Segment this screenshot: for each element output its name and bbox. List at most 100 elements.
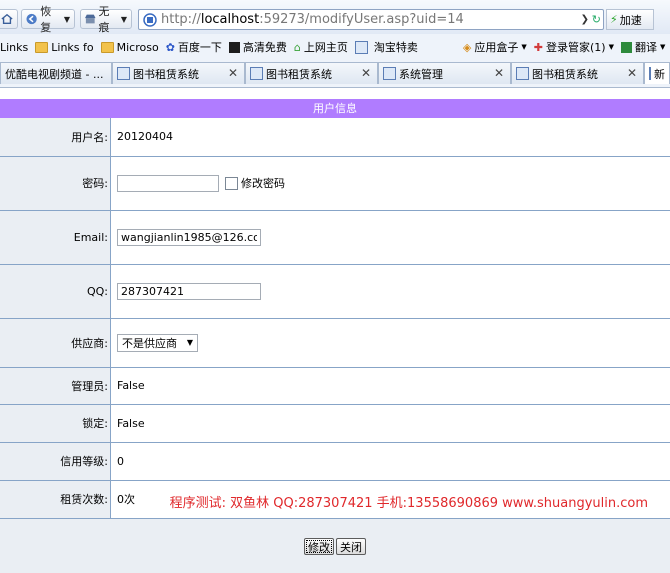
favorites-bar: Links Links fo Microso ✿百度一下 高清免费 ⌂上网主页 … <box>0 36 670 58</box>
email-input[interactable] <box>117 229 261 246</box>
tab-label: 新 <box>654 66 665 82</box>
qq-input[interactable] <box>117 283 261 300</box>
nav-toolbar: 恢复 ▼ 无痕 ▼ http://localhost:59273/modifyU… <box>0 0 670 34</box>
back-button[interactable]: 恢复 ▼ <box>21 9 75 29</box>
password-cell: 修改密码 <box>111 156 670 210</box>
supplier-cell: 不是供应商▼ <box>111 318 670 367</box>
favorite-label: 百度一下 <box>178 39 222 55</box>
page-icon <box>143 13 157 27</box>
refresh-icon[interactable]: ↻ <box>592 13 601 26</box>
favorite-item[interactable]: 翻译▼ <box>621 39 665 55</box>
folder-icon <box>35 42 48 53</box>
back-button-label: 恢复 <box>40 3 61 35</box>
email-label: Email: <box>0 210 111 264</box>
button-row: 修改关闭 <box>0 519 670 573</box>
favorite-label: 登录管家(1) <box>546 39 606 55</box>
close-icon[interactable]: ✕ <box>494 66 504 80</box>
tab-label: 优酷电视剧频道 - ... <box>5 66 103 82</box>
close-icon[interactable]: ✕ <box>627 66 637 80</box>
tab-book-rental-3[interactable]: 图书租赁系统 ✕ <box>511 62 644 84</box>
favorite-item[interactable]: Links fo <box>35 41 93 54</box>
favorite-item[interactable]: ✚登录管家(1)▼ <box>534 39 614 55</box>
email-cell <box>111 210 670 264</box>
address-bar[interactable]: http://localhost:59273/modifyUser.asp?ui… <box>138 9 604 30</box>
row-credit: 信用等级: 0 <box>0 442 670 480</box>
supplier-label: 供应商: <box>0 318 111 367</box>
chevron-down-icon: ▼ <box>609 43 614 51</box>
chevron-down-icon: ▼ <box>521 43 526 51</box>
url-prefix: http:// <box>161 12 201 27</box>
favorite-item[interactable]: ◈应用盒子▼ <box>463 39 527 55</box>
favorite-label: Links <box>0 41 28 54</box>
favorite-item[interactable]: Links <box>0 41 28 54</box>
supplier-select[interactable]: 不是供应商▼ <box>117 334 198 352</box>
chevron-down-icon: ▼ <box>660 43 665 51</box>
rentals-label: 租赁次数: <box>0 480 111 518</box>
privacy-button-label: 无痕 <box>99 3 118 35</box>
close-icon[interactable]: ✕ <box>361 66 371 80</box>
tab-new[interactable]: 新 <box>644 62 670 84</box>
rentals-cell: 0次 程序测试: 双鱼林 QQ:287307421 手机:13558690869… <box>111 480 670 518</box>
row-username: 用户名: 20120404 <box>0 118 670 156</box>
back-arrow-icon <box>26 13 37 25</box>
video-icon <box>229 42 240 53</box>
home-icon <box>1 13 13 25</box>
speed-button[interactable]: ⚡ 加速 <box>606 9 654 30</box>
tab-system-admin[interactable]: 系统管理✕ <box>378 62 511 84</box>
favorite-item[interactable]: ⌂上网主页 <box>294 39 348 55</box>
row-email: Email: <box>0 210 670 264</box>
favorite-label: Microso <box>117 41 159 54</box>
shop-icon <box>85 13 96 25</box>
favorite-item[interactable]: ✿百度一下 <box>166 39 222 55</box>
paw-icon: ✿ <box>166 41 175 54</box>
supplier-selected: 不是供应商 <box>122 335 177 351</box>
admin-value: False <box>111 367 670 404</box>
folder-icon <box>101 42 114 53</box>
login-icon: ✚ <box>534 41 543 54</box>
user-info-table: 用户名: 20120404 密码: 修改密码 Email: QQ: 供应商: <box>0 118 670 519</box>
browser-chrome: 恢复 ▼ 无痕 ▼ http://localhost:59273/modifyU… <box>0 0 670 88</box>
page-icon <box>355 41 368 54</box>
row-rentals: 租赁次数: 0次 程序测试: 双鱼林 QQ:287307421 手机:13558… <box>0 480 670 518</box>
favorite-label: 上网主页 <box>304 39 348 55</box>
credit-label: 信用等级: <box>0 442 111 480</box>
tab-bar: 优酷电视剧频道 - ... 图书租赁系统 ✕ 图书租赁系统 ✕ 系统管理✕ 图书租赁… <box>0 61 670 85</box>
page-header: 用户信息 <box>0 99 670 118</box>
tab-label: 图书租赁系统 <box>133 66 199 82</box>
author-credit: 程序测试: 双鱼林 QQ:287307421 手机:13558690869 ww… <box>170 492 648 511</box>
page-icon <box>250 67 263 80</box>
rentals-value: 0次 <box>117 493 135 506</box>
close-button[interactable]: 关闭 <box>336 538 366 555</box>
tab-label: 图书租赁系统 <box>266 66 332 82</box>
tab-book-rental-2[interactable]: 图书租赁系统 ✕ <box>245 62 378 84</box>
row-supplier: 供应商: 不是供应商▼ <box>0 318 670 367</box>
credit-value: 0 <box>111 442 670 480</box>
tab-label: 图书租赁系统 <box>532 66 598 82</box>
tab-book-rental-1[interactable]: 图书租赁系统 ✕ <box>112 62 245 84</box>
tab-youku[interactable]: 优酷电视剧频道 - ... <box>0 62 112 84</box>
page-icon <box>649 67 651 80</box>
translate-icon <box>621 42 632 53</box>
password-input[interactable] <box>117 175 219 192</box>
favorite-item[interactable]: Microso <box>101 41 159 54</box>
username-value: 20120404 <box>111 118 670 156</box>
close-icon[interactable]: ✕ <box>228 66 238 80</box>
password-label: 密码: <box>0 156 111 210</box>
page-icon <box>383 67 396 80</box>
change-password-checkbox[interactable] <box>225 177 238 190</box>
favorite-label: 淘宝特卖 <box>374 39 418 55</box>
page-icon <box>117 67 130 80</box>
house-icon: ⌂ <box>294 41 301 54</box>
favorite-item[interactable]: 高清免费 <box>229 39 287 55</box>
modify-button[interactable]: 修改 <box>304 538 334 555</box>
page-icon <box>516 67 529 80</box>
chevron-down-icon: ▼ <box>64 15 70 24</box>
favorite-label: 应用盒子 <box>474 39 518 55</box>
change-password-label: 修改密码 <box>241 177 285 190</box>
url-host: localhost <box>201 12 259 27</box>
username-label: 用户名: <box>0 118 111 156</box>
chevron-down-icon[interactable]: ❯ <box>581 14 589 25</box>
favorite-item[interactable]: 淘宝特卖 <box>355 39 418 55</box>
privacy-button[interactable]: 无痕 ▼ <box>80 9 132 29</box>
home-button[interactable] <box>0 9 18 29</box>
